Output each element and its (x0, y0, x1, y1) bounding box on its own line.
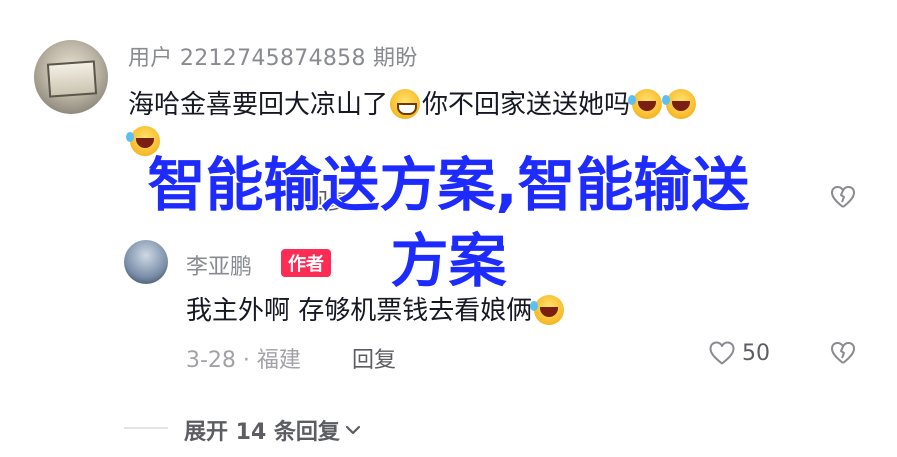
grinning-face-emoji-icon (390, 89, 421, 119)
overlay-watermark-line1: 智能输送方案,智能输送 (146, 151, 751, 220)
tears-of-joy-emoji-icon (530, 295, 565, 325)
comment-text-part2: 你不回家送送她吗 (422, 90, 631, 120)
tears-of-joy-emoji-icon (662, 89, 697, 119)
expand-replies-button[interactable]: 展开 14 条回复 (184, 414, 362, 446)
expand-divider (124, 427, 168, 429)
like-count: 50 (742, 340, 770, 366)
reply-meta: 3-28 · 福建 (186, 348, 301, 373)
tears-of-joy-emoji-icon (628, 89, 663, 119)
reply-text-content: 我主外啊 存够机票钱去看娘俩 (186, 296, 533, 326)
heart-icon (709, 341, 735, 365)
like-button[interactable]: 50 (708, 340, 770, 366)
comment-text-part1: 海哈金喜要回大凉山了 (128, 90, 389, 120)
broken-heart-icon (831, 342, 855, 364)
overlay-watermark-line2: 方案 (389, 227, 508, 296)
reply-dislike-button[interactable] (830, 340, 856, 370)
reply-text: 我主外啊 存够机票钱去看娘俩 (186, 290, 566, 327)
avatar-photo (46, 60, 98, 98)
expand-replies-label: 展开 14 条回复 (184, 420, 340, 445)
commenter-avatar[interactable] (34, 40, 108, 114)
chevron-down-icon (345, 425, 361, 435)
commenter-username[interactable]: 用户 2212745874858 期盼 (128, 40, 418, 72)
reply-reply-button[interactable]: 回复 (352, 342, 396, 374)
comment-text: 海哈金喜要回大凉山了 你不回家送送她吗 (128, 84, 698, 121)
